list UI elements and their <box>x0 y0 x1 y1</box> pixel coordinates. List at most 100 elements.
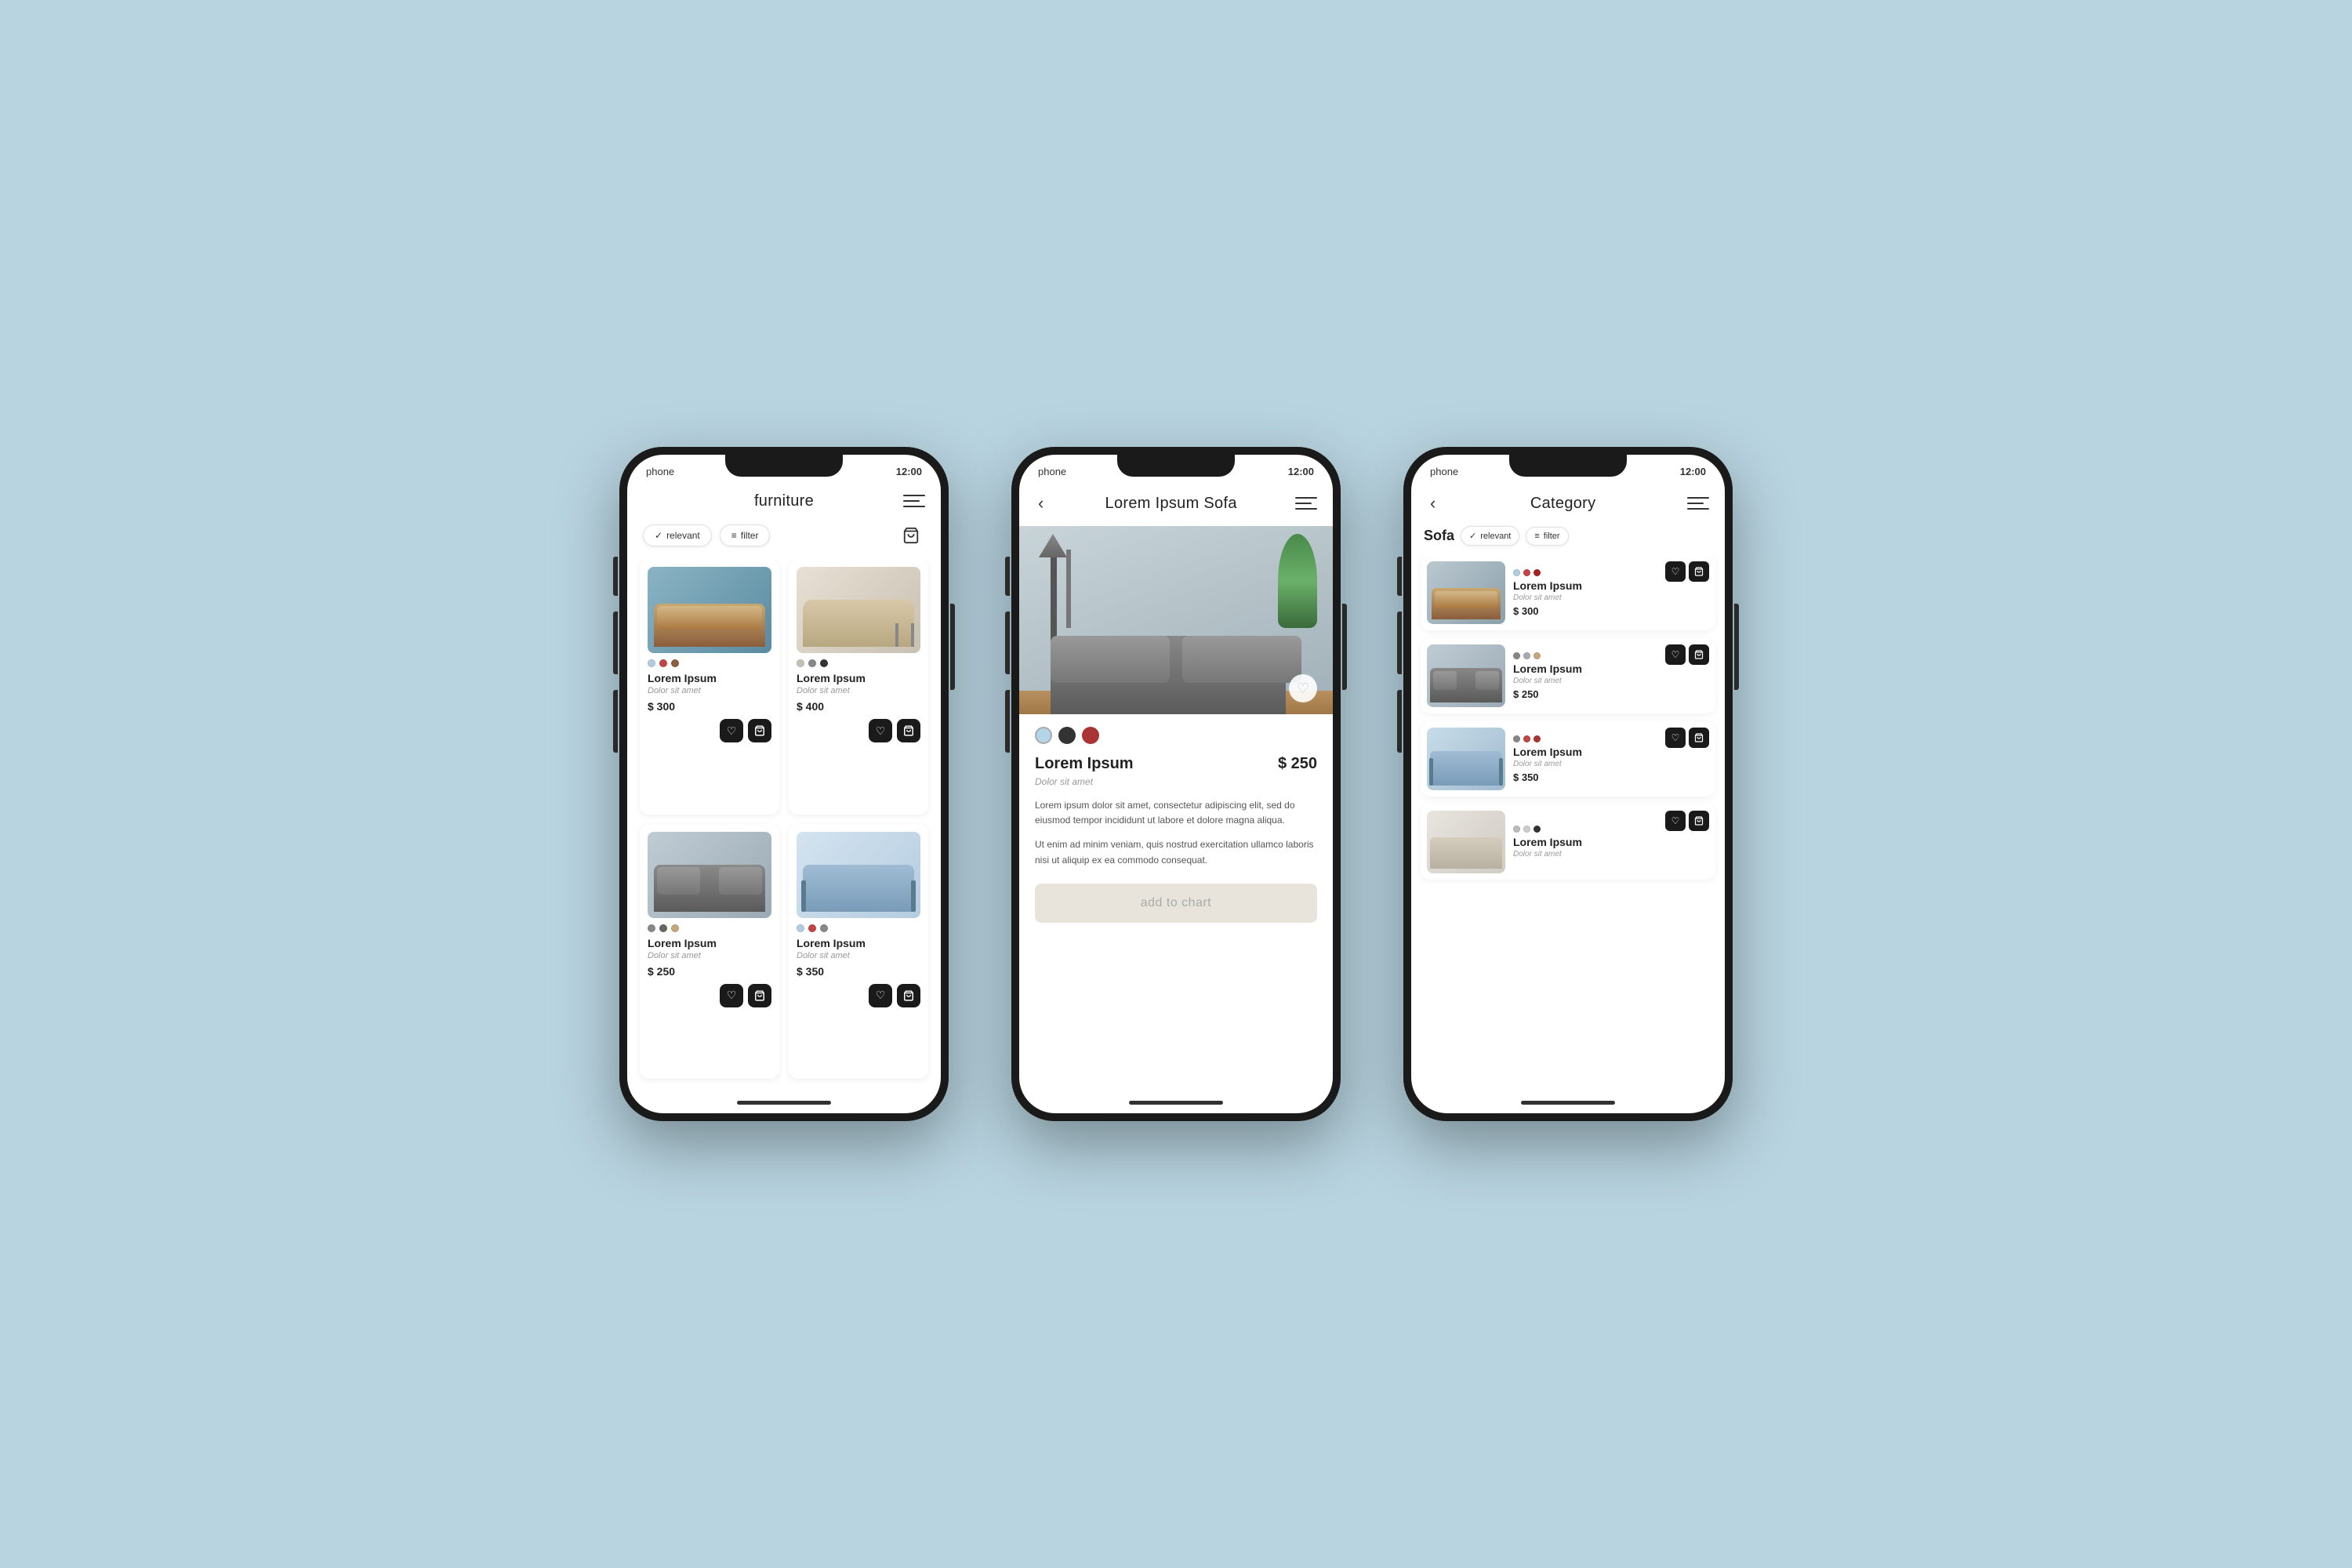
detail-wishlist-button[interactable]: ♡ <box>1289 674 1317 702</box>
product-card-4[interactable]: Lorem Ipsum Dolor sit amet $ 350 ♡ <box>789 824 928 1080</box>
home-indicator-1 <box>627 1091 941 1113</box>
cat-wishlist-3[interactable]: ♡ <box>1665 728 1686 748</box>
nav-header-1: furniture <box>627 484 941 521</box>
cat-cart-2[interactable] <box>1689 644 1709 665</box>
time-label-2: 12:00 <box>1288 466 1314 477</box>
product-sub-3: Dolor sit amet <box>648 951 771 960</box>
phone-1: phone 12:00 furniture ✓ relevant ≡ filte… <box>619 447 949 1121</box>
addcart-btn-3[interactable] <box>748 984 771 1007</box>
color-dot <box>797 659 804 667</box>
product-actions-1: ♡ <box>648 719 771 742</box>
phone-3-screen: phone 12:00 ‹ Category Sofa ✓ relevant ≡… <box>1411 455 1725 1113</box>
category-item-2[interactable]: Lorem Ipsum Dolor sit amet $ 250 ♡ <box>1421 638 1715 713</box>
product-actions-2: ♡ <box>797 719 920 742</box>
checkmark-icon-3: ✓ <box>1469 531 1476 541</box>
filter-chip-3[interactable]: ≡ filter <box>1526 527 1568 546</box>
cat-wishlist-4[interactable]: ♡ <box>1665 811 1686 831</box>
back-button-3[interactable]: ‹ <box>1427 490 1439 517</box>
color-dot <box>797 924 804 932</box>
product-sub-4: Dolor sit amet <box>797 951 920 960</box>
addcart-btn-2[interactable] <box>897 719 920 742</box>
cat-actions-2: ♡ <box>1665 644 1709 665</box>
product-card-1[interactable]: Lorem Ipsum Dolor sit amet $ 300 ♡ <box>640 559 779 815</box>
product-img-1 <box>648 567 771 653</box>
cat-img-3 <box>1427 728 1505 790</box>
cat-sub-1: Dolor sit amet <box>1513 593 1709 602</box>
phone-2-screen: phone 12:00 ‹ Lorem Ipsum Sofa ♡ <box>1019 455 1333 1113</box>
color-dot <box>659 659 667 667</box>
cat-name-4: Lorem Ipsum <box>1513 836 1709 848</box>
cat-actions-1: ♡ <box>1665 561 1709 582</box>
cat-cart-1[interactable] <box>1689 561 1709 582</box>
product-actions-3: ♡ <box>648 984 771 1007</box>
color-dot <box>1534 652 1541 659</box>
relevant-filter-1[interactable]: ✓ relevant <box>643 524 712 546</box>
product-price-1: $ 300 <box>648 700 771 713</box>
filter-icon-3: ≡ <box>1534 532 1539 541</box>
product-grid-1: Lorem Ipsum Dolor sit amet $ 300 ♡ <box>627 559 941 1091</box>
addcart-btn-1[interactable] <box>748 719 771 742</box>
wishlist-btn-3[interactable]: ♡ <box>720 984 743 1007</box>
add-to-cart-button[interactable]: add to chart <box>1035 884 1317 923</box>
color-dot <box>648 924 655 932</box>
color-dot <box>1513 569 1520 576</box>
menu-button-3[interactable] <box>1687 492 1709 514</box>
wishlist-btn-4[interactable]: ♡ <box>869 984 892 1007</box>
color-dot <box>1513 826 1520 833</box>
cat-wishlist-1[interactable]: ♡ <box>1665 561 1686 582</box>
wishlist-btn-2[interactable]: ♡ <box>869 719 892 742</box>
category-item-4[interactable]: Lorem Ipsum Dolor sit amet ♡ <box>1421 804 1715 880</box>
volume-silent-button <box>613 557 618 596</box>
color-dot <box>1523 569 1530 576</box>
color-dot <box>1523 652 1530 659</box>
detail-product-price: $ 250 <box>1278 755 1317 773</box>
color-option-dark[interactable] <box>1058 727 1076 744</box>
detail-product-name: Lorem Ipsum <box>1035 755 1134 773</box>
detail-product-sub: Dolor sit amet <box>1035 776 1317 787</box>
cat-sub-3: Dolor sit amet <box>1513 760 1709 768</box>
cart-button-1[interactable] <box>897 521 925 550</box>
addcart-btn-4[interactable] <box>897 984 920 1007</box>
cat-img-2 <box>1427 644 1505 707</box>
product-card-3[interactable]: Lorem Ipsum Dolor sit amet $ 250 ♡ <box>640 824 779 1080</box>
sofa-cushion-right <box>1182 636 1301 683</box>
cat-wishlist-2[interactable]: ♡ <box>1665 644 1686 665</box>
color-dots-4 <box>797 924 920 932</box>
color-dot <box>808 924 816 932</box>
color-dot <box>820 924 828 932</box>
menu-button-2[interactable] <box>1295 492 1317 514</box>
color-dot <box>1523 826 1530 833</box>
menu-button-1[interactable] <box>903 490 925 512</box>
home-bar-2 <box>1129 1101 1223 1105</box>
color-option-red[interactable] <box>1082 727 1099 744</box>
cat-price-1: $ 300 <box>1513 605 1709 617</box>
filter-chip-1[interactable]: ≡ filter <box>720 524 771 546</box>
color-dot <box>671 924 679 932</box>
time-label-1: 12:00 <box>896 466 922 477</box>
product-sub-1: Dolor sit amet <box>648 686 771 695</box>
cat-price-3: $ 350 <box>1513 771 1709 783</box>
color-dot <box>1534 735 1541 742</box>
category-item-3[interactable]: Lorem Ipsum Dolor sit amet $ 350 ♡ <box>1421 721 1715 797</box>
color-dot <box>659 924 667 932</box>
product-price-2: $ 400 <box>797 700 920 713</box>
nav-header-2: ‹ Lorem Ipsum Sofa <box>1019 484 1333 526</box>
product-card-2[interactable]: Lorem Ipsum Dolor sit amet $ 400 ♡ <box>789 559 928 815</box>
category-item-1[interactable]: Lorem Ipsum Dolor sit amet $ 300 ♡ <box>1421 555 1715 630</box>
relevant-filter-3[interactable]: ✓ relevant <box>1461 526 1519 546</box>
color-option-blue[interactable] <box>1035 727 1052 744</box>
home-bar-3 <box>1521 1101 1615 1105</box>
color-dots-3 <box>648 924 771 932</box>
volume-silent-button-3 <box>1397 557 1402 596</box>
color-dot <box>648 659 655 667</box>
cat-cart-4[interactable] <box>1689 811 1709 831</box>
cat-cart-3[interactable] <box>1689 728 1709 748</box>
phone-3-notch <box>1509 455 1627 477</box>
product-img-4 <box>797 832 920 918</box>
back-button-2[interactable]: ‹ <box>1035 490 1047 517</box>
wishlist-btn-1[interactable]: ♡ <box>720 719 743 742</box>
detail-name-price-row: Lorem Ipsum $ 250 <box>1035 755 1317 773</box>
product-img-2 <box>797 567 920 653</box>
volume-up-button-3 <box>1397 612 1402 674</box>
detail-description-2: Ut enim ad minim veniam, quis nostrud ex… <box>1035 837 1317 867</box>
